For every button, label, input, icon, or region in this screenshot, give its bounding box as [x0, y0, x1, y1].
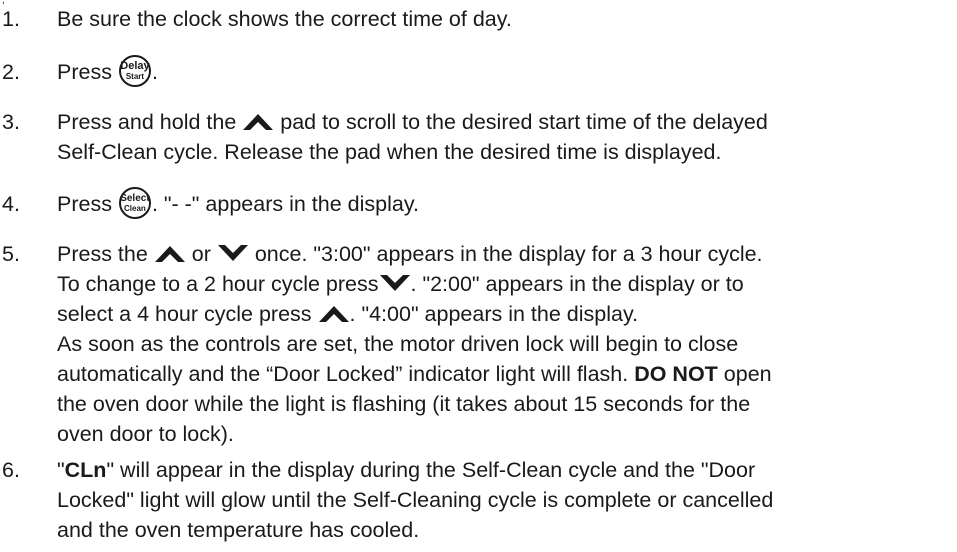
delay-start-key-icon: Delay Start	[118, 55, 151, 88]
select-clean-key-icon: Select Clean	[118, 187, 151, 220]
step-number: 6.	[2, 458, 20, 482]
step-number: 5.	[2, 242, 20, 266]
step-number: 1.	[2, 7, 20, 31]
step-number: 3.	[2, 110, 20, 134]
top-mark: ,	[2, 0, 5, 6]
display-code: CLn	[64, 458, 107, 482]
down-arrow-icon	[217, 244, 249, 264]
step-number: 4.	[2, 192, 20, 216]
up-arrow-icon	[154, 243, 186, 263]
instruction-page: , 1. Be sure the clock shows the correct…	[0, 0, 957, 552]
warning-text: DO NOT	[634, 362, 718, 386]
step-text: Press	[57, 60, 118, 84]
up-arrow-icon	[242, 111, 274, 131]
down-arrow-icon	[379, 274, 411, 294]
up-arrow-icon	[318, 303, 350, 323]
step-number: 2.	[2, 60, 20, 84]
step-text: Be sure the clock shows the correct time…	[57, 7, 512, 31]
